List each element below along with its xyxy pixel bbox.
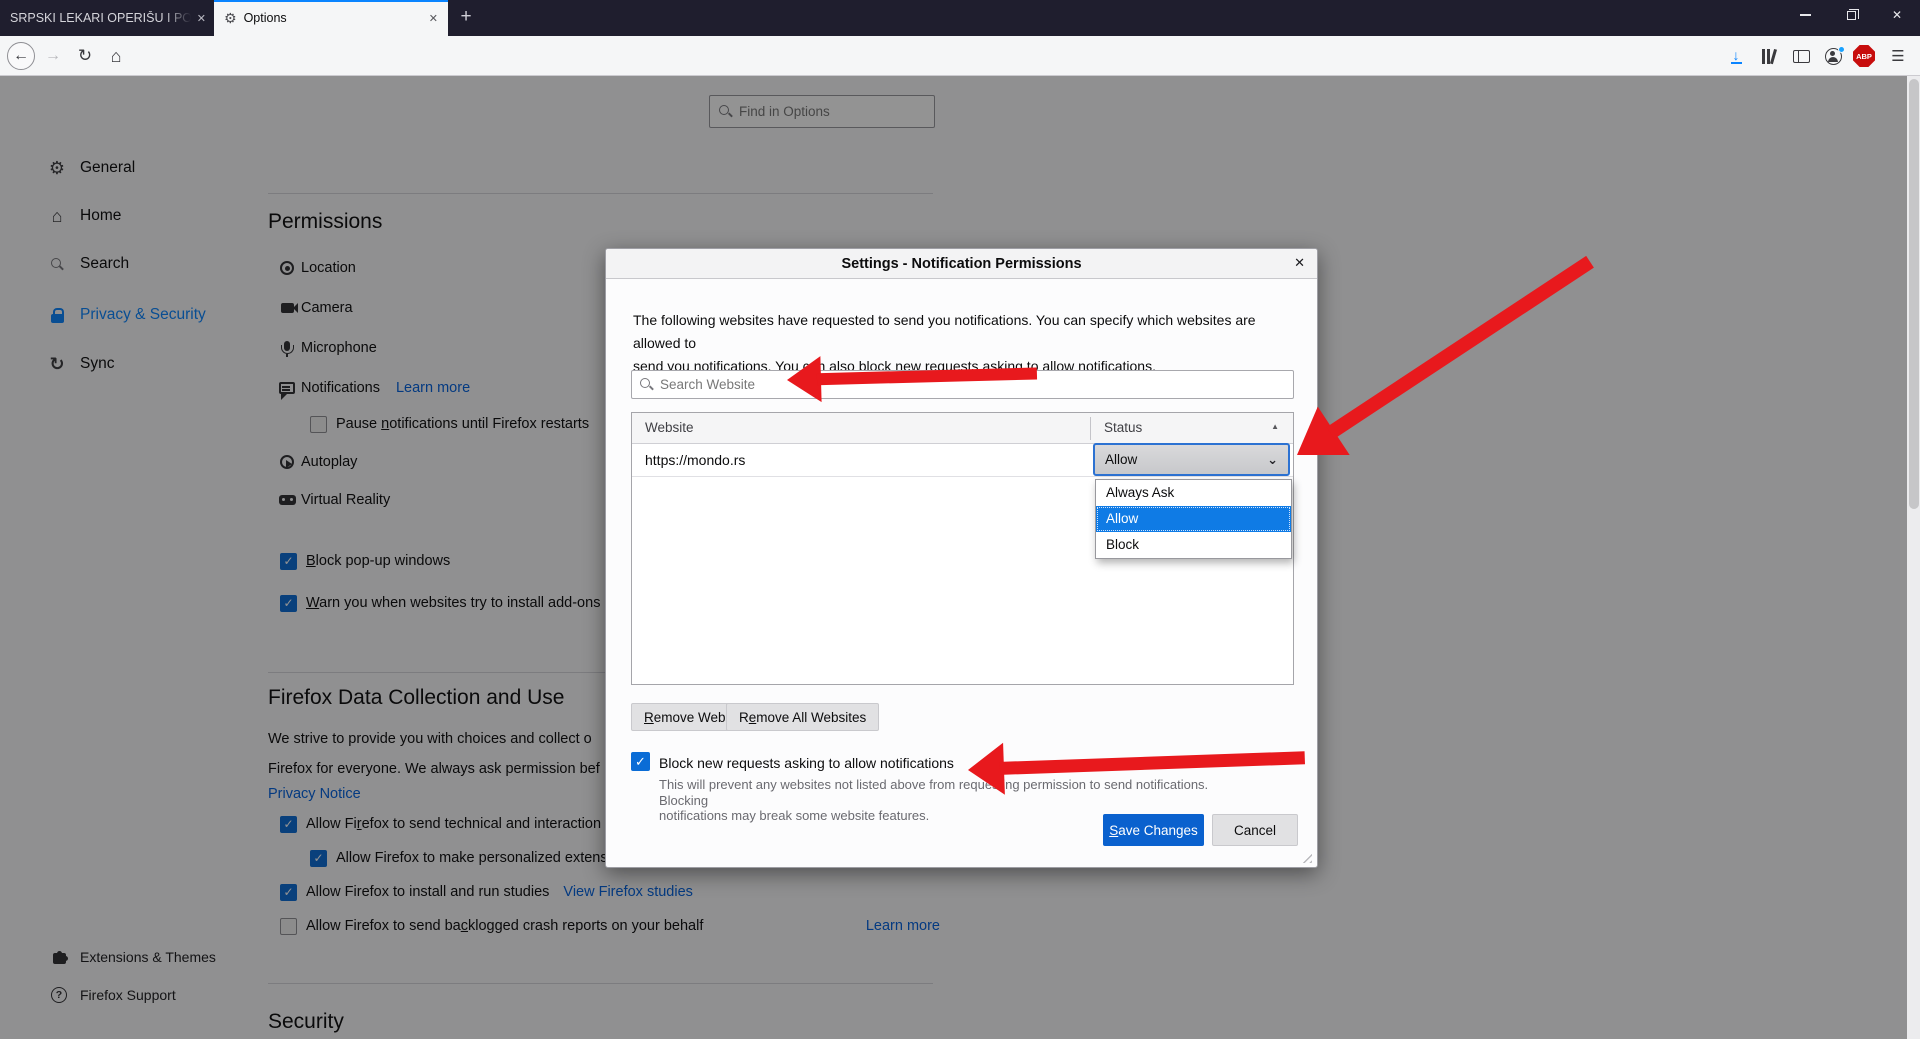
website-url: https://mondo.rs: [645, 452, 745, 468]
dialog-title: Settings - Notification Permissions: [841, 256, 1081, 272]
library-icon: [1761, 49, 1777, 64]
resize-grip[interactable]: [1301, 852, 1312, 863]
preferences-page: ⚙ General ⌂ Home Search Privacy & Securi…: [0, 76, 1920, 1039]
tab-title: Options: [244, 11, 287, 25]
block-new-requests-label[interactable]: Block new requests asking to allow notif…: [659, 755, 954, 771]
active-tab-stripe: [214, 0, 448, 2]
window-controls: ✕: [1782, 0, 1920, 30]
arrow-shaft: [817, 367, 1037, 385]
account-button[interactable]: [1819, 42, 1847, 70]
arrow-shaft: [1000, 751, 1305, 775]
column-website[interactable]: Website: [645, 420, 694, 435]
cancel-button[interactable]: Cancel: [1212, 814, 1298, 846]
dialog-titlebar: Settings - Notification Permissions ✕: [606, 249, 1317, 279]
block-new-requests-checkbox[interactable]: ✓: [631, 752, 650, 771]
home-button[interactable]: ⌂: [102, 42, 130, 70]
notification-dot: [1838, 46, 1845, 53]
close-window-button[interactable]: ✕: [1874, 0, 1920, 30]
column-status[interactable]: Status: [1104, 420, 1142, 435]
tab-options[interactable]: ⚙ Options ✕: [214, 0, 448, 36]
minimize-icon: [1800, 14, 1811, 16]
download-icon: ↓: [1731, 49, 1742, 64]
navigation-bar: ← → ↻ ⌂ Firefox about:preferences#privac…: [0, 36, 1920, 76]
sort-ascending-icon: ▲: [1271, 422, 1279, 431]
chevron-down-icon: ⌄: [1267, 452, 1278, 468]
dialog-close-icon[interactable]: ✕: [1294, 255, 1305, 271]
back-icon: ←: [7, 42, 35, 70]
table-header: Website Status ▲: [632, 413, 1293, 444]
gear-favicon-icon: ⚙: [224, 10, 237, 27]
status-select[interactable]: Allow ⌄: [1093, 443, 1290, 476]
back-button[interactable]: ←: [7, 42, 35, 70]
status-select-value: Allow: [1105, 452, 1137, 467]
tab-bar: SRPSKI LEKARI OPERIŠU I POMOĆU ✕ ⚙ Optio…: [0, 0, 1920, 36]
tab-inactive[interactable]: SRPSKI LEKARI OPERIŠU I POMOĆU ✕: [0, 0, 214, 36]
tab-title: SRPSKI LEKARI OPERIŠU I POMOĆU: [10, 11, 191, 25]
sidebar-toggle-button[interactable]: [1787, 42, 1815, 70]
scrollbar-track[interactable]: [1907, 76, 1920, 1039]
column-divider: [1090, 417, 1091, 440]
new-tab-button[interactable]: +: [448, 0, 484, 36]
account-icon: [1825, 48, 1842, 65]
sidebar-icon: [1793, 50, 1810, 63]
tab-title-fade: [165, 11, 191, 25]
tab-close-icon[interactable]: ✕: [429, 12, 438, 25]
restore-button[interactable]: [1828, 0, 1874, 30]
scrollbar-thumb[interactable]: [1909, 79, 1919, 509]
status-dropdown-list: Always Ask Allow Block: [1095, 479, 1292, 559]
library-button[interactable]: [1755, 42, 1783, 70]
save-changes-button[interactable]: Save Changes: [1103, 814, 1204, 846]
option-block[interactable]: Block: [1096, 532, 1291, 558]
menu-button[interactable]: ☰: [1884, 42, 1912, 70]
tab-close-icon[interactable]: ✕: [197, 12, 206, 25]
adblock-button[interactable]: ABP: [1850, 42, 1878, 70]
remove-all-websites-button[interactable]: Remove All Websites: [726, 703, 879, 731]
reload-button[interactable]: ↻: [71, 42, 99, 70]
forward-button[interactable]: →: [39, 42, 67, 70]
search-icon: [640, 378, 653, 391]
minimize-button[interactable]: [1782, 0, 1828, 30]
downloads-button[interactable]: ↓: [1722, 42, 1750, 70]
annotation-arrow-search: [786, 350, 1037, 403]
abp-badge-icon: ABP: [1853, 45, 1875, 67]
browser-window: SRPSKI LEKARI OPERIŠU I POMOĆU ✕ ⚙ Optio…: [0, 0, 1920, 1039]
option-allow[interactable]: Allow: [1096, 506, 1291, 532]
option-always-ask[interactable]: Always Ask: [1096, 480, 1291, 506]
restore-icon: [1847, 11, 1856, 20]
hamburger-icon: ☰: [1891, 47, 1904, 65]
